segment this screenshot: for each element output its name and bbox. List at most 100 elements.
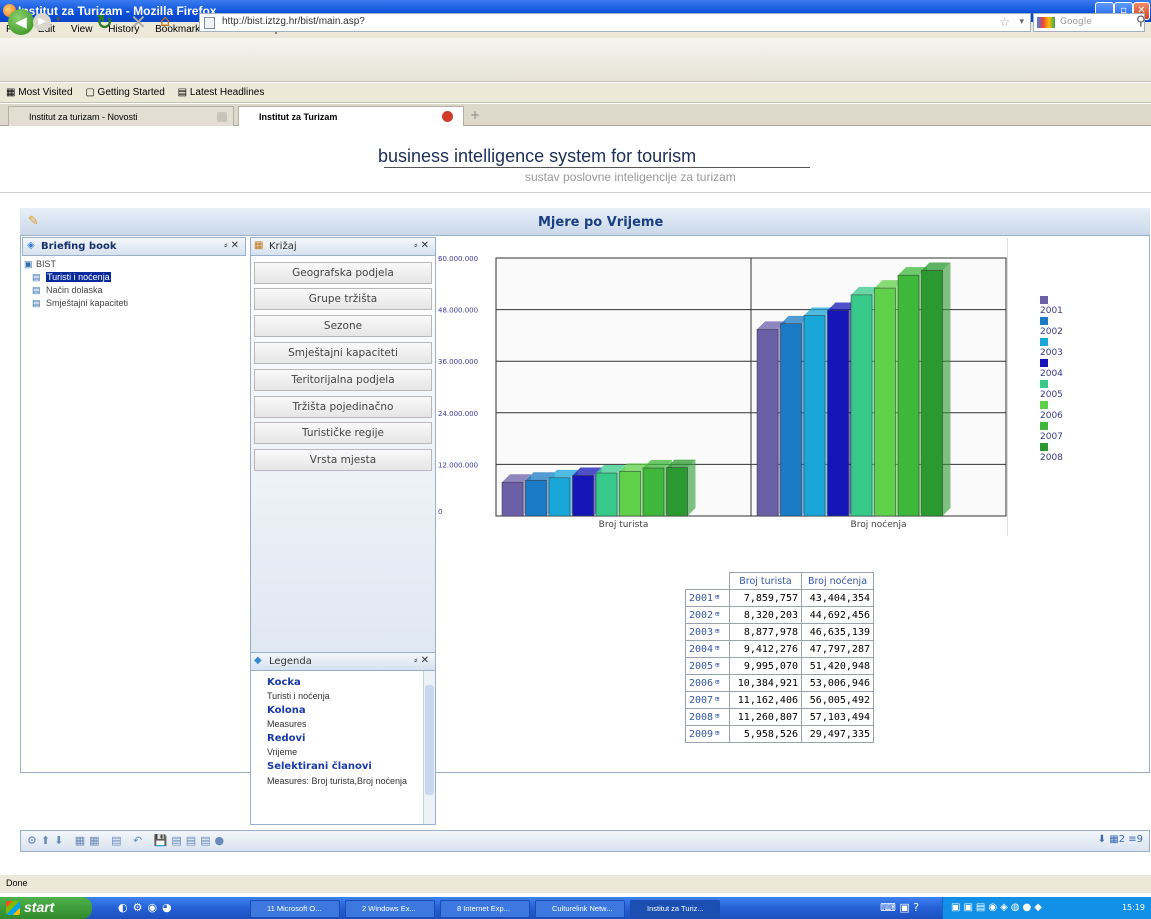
search-icon[interactable]: ⚲	[1136, 14, 1146, 29]
tree-item-smjestajni[interactable]: ▤ Smještajni kapaciteti	[32, 298, 128, 308]
expand-icon[interactable]: ⊞	[715, 678, 719, 686]
legend-item-2008[interactable]: 2008	[1040, 443, 1063, 463]
pin-close-icon[interactable]: ⸗ ✕	[224, 240, 239, 251]
new-tab-button[interactable]: +	[470, 108, 480, 122]
task-internet-explorer[interactable]: 8 Internet Exp...	[440, 900, 530, 918]
menu-view[interactable]: View	[71, 24, 93, 35]
bar[interactable]	[850, 294, 873, 517]
expand-icon[interactable]: ⊞	[715, 661, 719, 669]
bar[interactable]	[525, 479, 547, 517]
expand-icon[interactable]: ⊞	[715, 729, 719, 737]
legend-item-2002[interactable]: 2002	[1040, 317, 1063, 337]
table-row: 2007 ⊞ 11,162,406 56,005,492	[685, 691, 874, 709]
tab-close-icon[interactable]	[217, 112, 227, 122]
quick-launch-icons[interactable]: ◐⚙◉◕	[118, 901, 177, 914]
legend-item-2004[interactable]: 2004	[1040, 359, 1063, 379]
tab-novosti[interactable]: Institut za turizam - Novosti	[8, 106, 234, 126]
bar[interactable]	[756, 329, 779, 517]
legend-item-2005[interactable]: 2005	[1040, 380, 1063, 400]
legend-item-2003[interactable]: 2003	[1040, 338, 1063, 358]
bar[interactable]	[548, 477, 571, 517]
reload-icon[interactable]: ↻	[96, 10, 113, 34]
col-header-broj-nocenja[interactable]: Broj noćenja	[801, 572, 874, 590]
btn-sezone[interactable]: Sezone	[254, 315, 432, 337]
table-row: 2006 ⊞ 10,384,921 53,006,946	[685, 674, 874, 692]
stop-icon[interactable]: ✕	[130, 10, 147, 34]
bar[interactable]	[666, 467, 688, 517]
start-button[interactable]: start	[0, 897, 92, 919]
bar[interactable]	[897, 274, 920, 517]
legend-swatch	[1040, 401, 1048, 409]
search-input[interactable]: Google	[1033, 13, 1145, 32]
history-dropdown-icon[interactable]: ▾	[56, 15, 61, 25]
bar[interactable]	[874, 287, 896, 517]
btn-teritorijalna-podjela[interactable]: Teritorijalna podjela	[254, 369, 432, 391]
legend-item-2001[interactable]: 2001	[1040, 296, 1063, 316]
scroll-thumb[interactable]	[425, 685, 434, 795]
toolbar-nav-icons[interactable]: ⚙⬆⬇ ▦▦ ▤ ↶ 💾▤▤▤●	[27, 834, 228, 847]
task-windows-explorer[interactable]: 2 Windows Ex...	[345, 900, 435, 918]
legend-scrollbar[interactable]	[423, 671, 435, 824]
task-culturelink[interactable]: Culturelink Netw...	[535, 900, 625, 918]
expand-icon[interactable]: ⊞	[715, 593, 719, 601]
task-microsoft-office[interactable]: 11 Microsoft O...	[250, 900, 340, 918]
header-separator	[0, 192, 1151, 193]
row-header-year[interactable]: 2001 ⊞	[685, 589, 730, 607]
bookmark-most-visited[interactable]: ▦ Most Visited	[6, 87, 73, 98]
tab-close-icon[interactable]	[442, 111, 453, 122]
tree-item-nacin-dolaska[interactable]: ▤ Način dolaska	[32, 285, 103, 295]
bookmark-getting-started[interactable]: ▢ Getting Started	[85, 87, 165, 98]
btn-grupe-trzista[interactable]: Grupe tržišta	[254, 288, 432, 310]
row-header-year[interactable]: 2007 ⊞	[685, 691, 730, 709]
table-row: 2003 ⊞ 8,877,978 46,635,139	[685, 623, 874, 641]
expand-icon[interactable]: ⊞	[715, 644, 719, 652]
btn-vrsta-mjesta[interactable]: Vrsta mjesta	[254, 449, 432, 471]
bar[interactable]	[642, 467, 665, 517]
pin-close-icon[interactable]: ⸗ ✕	[414, 240, 429, 251]
btn-geografska-podjela[interactable]: Geografska podjela	[254, 262, 432, 284]
row-header-year[interactable]: 2004 ⊞	[685, 640, 730, 658]
row-header-year[interactable]: 2002 ⊞	[685, 606, 730, 624]
bar[interactable]	[501, 481, 524, 517]
toolbar-right-icons[interactable]: ⬇ ▦2 ≡9	[1098, 834, 1143, 845]
bar[interactable]	[921, 270, 943, 517]
bookmark-latest-headlines[interactable]: ▤ Latest Headlines	[178, 87, 265, 98]
bar[interactable]	[780, 323, 802, 517]
bar[interactable]	[619, 471, 641, 517]
tray-icons[interactable]: ▣▣▤◉◈◍●◆	[951, 902, 1045, 913]
expand-icon[interactable]: ⊞	[715, 712, 719, 720]
row-header-year[interactable]: 2003 ⊞	[685, 623, 730, 641]
expand-icon[interactable]: ⊞	[715, 610, 719, 618]
btn-turisticke-regije[interactable]: Turističke regije	[254, 422, 432, 444]
cell-broj-nocenja: 53,006,946	[801, 674, 874, 692]
btn-smjestajni-kapaciteti[interactable]: Smještajni kapaciteti	[254, 342, 432, 364]
bookmark-star-icon[interactable]: ☆	[999, 15, 1010, 29]
pin-close-icon[interactable]: ⸗ ✕	[414, 655, 429, 666]
row-header-year[interactable]: 2008 ⊞	[685, 708, 730, 726]
briefing-book-header: ◈ Briefing book ⸗ ✕	[22, 237, 246, 256]
forward-button[interactable]: ▶	[33, 13, 51, 31]
expand-icon[interactable]: ⊞	[715, 627, 719, 635]
back-button[interactable]: ◀	[8, 9, 34, 35]
url-input[interactable]: http://bist.iztzg.hr/bist/main.asp? ☆ ▾	[199, 13, 1031, 32]
task-institut[interactable]: Institut za Turiz...	[630, 900, 720, 918]
bar[interactable]	[572, 475, 594, 517]
taskbar-toolbar-icons[interactable]: ⌨ ▣ ?	[880, 901, 919, 914]
bar[interactable]	[803, 315, 826, 517]
row-header-year[interactable]: 2005 ⊞	[685, 657, 730, 675]
legend-item-2007[interactable]: 2007	[1040, 422, 1063, 442]
expand-icon[interactable]: ⊞	[715, 695, 719, 703]
col-header-broj-turista[interactable]: Broj turista	[729, 572, 802, 590]
btn-trzista-pojedinacno[interactable]: Tržišta pojedinačno	[254, 396, 432, 418]
legend-item-2006[interactable]: 2006	[1040, 401, 1063, 421]
row-header-year[interactable]: 2006 ⊞	[685, 674, 730, 692]
tree-root-bist[interactable]: ▣ BIST	[24, 259, 56, 269]
home-icon[interactable]: ⌂	[160, 11, 170, 30]
tab-institut[interactable]: Institut za Turizam	[238, 106, 464, 126]
url-dropdown-icon[interactable]: ▾	[1019, 16, 1024, 27]
bar[interactable]	[595, 472, 618, 517]
row-header-year[interactable]: 2009 ⊞	[685, 725, 730, 743]
bar[interactable]	[827, 310, 849, 517]
legend-label: 2002	[1040, 327, 1063, 337]
tree-item-turisti[interactable]: ▤ Turisti i noćenja	[32, 272, 111, 282]
